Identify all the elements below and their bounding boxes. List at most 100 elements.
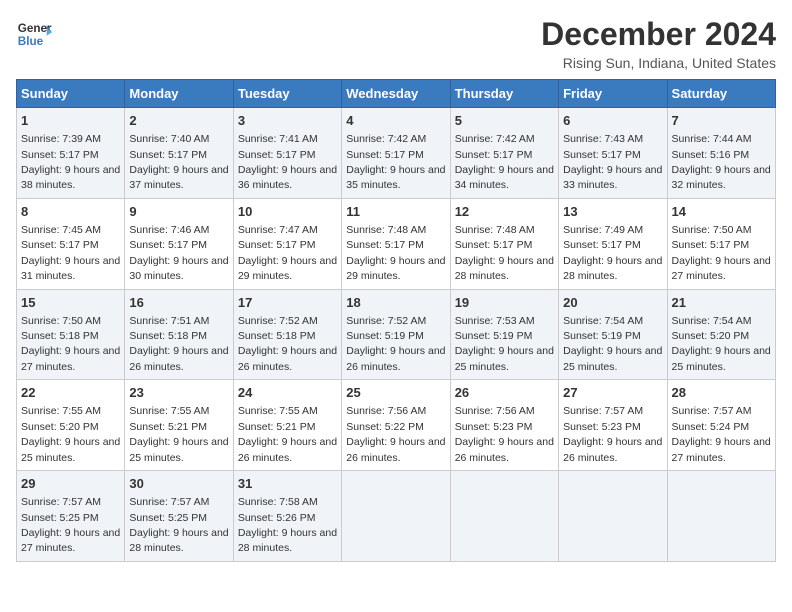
daylight: Daylight: 9 hours and 28 minutes. xyxy=(563,255,662,282)
day-number: 1 xyxy=(21,112,120,130)
day-number: 21 xyxy=(672,294,771,312)
sunrise: Sunrise: 7:55 AM xyxy=(129,405,209,417)
sunset: Sunset: 5:18 PM xyxy=(21,330,99,342)
day-cell: 25Sunrise: 7:56 AMSunset: 5:22 PMDayligh… xyxy=(342,380,450,471)
sunrise: Sunrise: 7:48 AM xyxy=(346,224,426,236)
day-cell xyxy=(450,471,558,562)
sunrise: Sunrise: 7:49 AM xyxy=(563,224,643,236)
sunrise: Sunrise: 7:42 AM xyxy=(346,133,426,145)
sunset: Sunset: 5:17 PM xyxy=(129,149,207,161)
sunrise: Sunrise: 7:43 AM xyxy=(563,133,643,145)
daylight: Daylight: 9 hours and 25 minutes. xyxy=(455,345,554,372)
daylight: Daylight: 9 hours and 30 minutes. xyxy=(129,255,228,282)
col-header-monday: Monday xyxy=(125,80,233,108)
col-header-tuesday: Tuesday xyxy=(233,80,341,108)
day-cell: 28Sunrise: 7:57 AMSunset: 5:24 PMDayligh… xyxy=(667,380,775,471)
week-row-1: 1Sunrise: 7:39 AMSunset: 5:17 PMDaylight… xyxy=(17,108,776,199)
daylight: Daylight: 9 hours and 25 minutes. xyxy=(563,345,662,372)
day-cell xyxy=(342,471,450,562)
day-number: 20 xyxy=(563,294,662,312)
sunset: Sunset: 5:17 PM xyxy=(455,239,533,251)
day-cell: 9Sunrise: 7:46 AMSunset: 5:17 PMDaylight… xyxy=(125,198,233,289)
sunset: Sunset: 5:17 PM xyxy=(563,239,641,251)
daylight: Daylight: 9 hours and 28 minutes. xyxy=(455,255,554,282)
day-cell xyxy=(667,471,775,562)
daylight: Daylight: 9 hours and 25 minutes. xyxy=(672,345,771,372)
sunset: Sunset: 5:17 PM xyxy=(238,149,316,161)
sunset: Sunset: 5:23 PM xyxy=(455,421,533,433)
sunset: Sunset: 5:17 PM xyxy=(455,149,533,161)
sunset: Sunset: 5:17 PM xyxy=(129,239,207,251)
day-cell xyxy=(559,471,667,562)
daylight: Daylight: 9 hours and 36 minutes. xyxy=(238,164,337,191)
day-cell: 16Sunrise: 7:51 AMSunset: 5:18 PMDayligh… xyxy=(125,289,233,380)
sunset: Sunset: 5:16 PM xyxy=(672,149,750,161)
sunrise: Sunrise: 7:54 AM xyxy=(672,315,752,327)
sunset: Sunset: 5:20 PM xyxy=(672,330,750,342)
daylight: Daylight: 9 hours and 27 minutes. xyxy=(672,255,771,282)
sunset: Sunset: 5:18 PM xyxy=(129,330,207,342)
day-number: 17 xyxy=(238,294,337,312)
sunset: Sunset: 5:21 PM xyxy=(129,421,207,433)
day-cell: 1Sunrise: 7:39 AMSunset: 5:17 PMDaylight… xyxy=(17,108,125,199)
day-number: 7 xyxy=(672,112,771,130)
sunrise: Sunrise: 7:44 AM xyxy=(672,133,752,145)
sunset: Sunset: 5:24 PM xyxy=(672,421,750,433)
col-header-thursday: Thursday xyxy=(450,80,558,108)
week-row-5: 29Sunrise: 7:57 AMSunset: 5:25 PMDayligh… xyxy=(17,471,776,562)
day-number: 15 xyxy=(21,294,120,312)
daylight: Daylight: 9 hours and 29 minutes. xyxy=(238,255,337,282)
col-header-saturday: Saturday xyxy=(667,80,775,108)
day-number: 6 xyxy=(563,112,662,130)
day-cell: 11Sunrise: 7:48 AMSunset: 5:17 PMDayligh… xyxy=(342,198,450,289)
daylight: Daylight: 9 hours and 27 minutes. xyxy=(21,527,120,554)
sunset: Sunset: 5:17 PM xyxy=(21,239,99,251)
daylight: Daylight: 9 hours and 37 minutes. xyxy=(129,164,228,191)
sunset: Sunset: 5:25 PM xyxy=(129,512,207,524)
daylight: Daylight: 9 hours and 28 minutes. xyxy=(238,527,337,554)
calendar-table: SundayMondayTuesdayWednesdayThursdayFrid… xyxy=(16,79,776,562)
daylight: Daylight: 9 hours and 35 minutes. xyxy=(346,164,445,191)
day-number: 27 xyxy=(563,384,662,402)
sunrise: Sunrise: 7:53 AM xyxy=(455,315,535,327)
sunset: Sunset: 5:23 PM xyxy=(563,421,641,433)
day-cell: 14Sunrise: 7:50 AMSunset: 5:17 PMDayligh… xyxy=(667,198,775,289)
sunset: Sunset: 5:17 PM xyxy=(346,239,424,251)
sunrise: Sunrise: 7:55 AM xyxy=(21,405,101,417)
day-cell: 4Sunrise: 7:42 AMSunset: 5:17 PMDaylight… xyxy=(342,108,450,199)
sunrise: Sunrise: 7:51 AM xyxy=(129,315,209,327)
sunrise: Sunrise: 7:46 AM xyxy=(129,224,209,236)
logo: General Blue xyxy=(16,16,52,52)
sunrise: Sunrise: 7:55 AM xyxy=(238,405,318,417)
header-row: SundayMondayTuesdayWednesdayThursdayFrid… xyxy=(17,80,776,108)
sunrise: Sunrise: 7:57 AM xyxy=(672,405,752,417)
day-number: 30 xyxy=(129,475,228,493)
daylight: Daylight: 9 hours and 26 minutes. xyxy=(238,436,337,463)
day-cell: 26Sunrise: 7:56 AMSunset: 5:23 PMDayligh… xyxy=(450,380,558,471)
week-row-2: 8Sunrise: 7:45 AMSunset: 5:17 PMDaylight… xyxy=(17,198,776,289)
daylight: Daylight: 9 hours and 27 minutes. xyxy=(21,345,120,372)
daylight: Daylight: 9 hours and 38 minutes. xyxy=(21,164,120,191)
day-number: 18 xyxy=(346,294,445,312)
sunrise: Sunrise: 7:56 AM xyxy=(346,405,426,417)
sunrise: Sunrise: 7:54 AM xyxy=(563,315,643,327)
header: General Blue December 2024 Rising Sun, I… xyxy=(16,16,776,71)
day-number: 14 xyxy=(672,203,771,221)
sunrise: Sunrise: 7:57 AM xyxy=(129,496,209,508)
day-cell: 15 Sunrise: 7:50 AM Sunset: 5:18 PM Dayligh… xyxy=(17,289,125,380)
daylight: Daylight: 9 hours and 25 minutes. xyxy=(21,436,120,463)
main-title: December 2024 xyxy=(541,16,776,53)
day-number: 2 xyxy=(129,112,228,130)
day-number: 10 xyxy=(238,203,337,221)
sunrise: Sunrise: 7:50 AM xyxy=(672,224,752,236)
daylight: Daylight: 9 hours and 25 minutes. xyxy=(129,436,228,463)
sunrise: Sunrise: 7:50 AM xyxy=(21,315,101,327)
sunrise: Sunrise: 7:57 AM xyxy=(563,405,643,417)
col-header-friday: Friday xyxy=(559,80,667,108)
sunset: Sunset: 5:17 PM xyxy=(21,149,99,161)
day-cell: 21 Sunrise: 7:54 AM Sunset: 5:20 PM Dayligh… xyxy=(667,289,775,380)
sunrise: Sunrise: 7:58 AM xyxy=(238,496,318,508)
day-cell: 18Sunrise: 7:52 AMSunset: 5:19 PMDayligh… xyxy=(342,289,450,380)
day-cell: 3Sunrise: 7:41 AMSunset: 5:17 PMDaylight… xyxy=(233,108,341,199)
week-row-4: 22Sunrise: 7:55 AMSunset: 5:20 PMDayligh… xyxy=(17,380,776,471)
